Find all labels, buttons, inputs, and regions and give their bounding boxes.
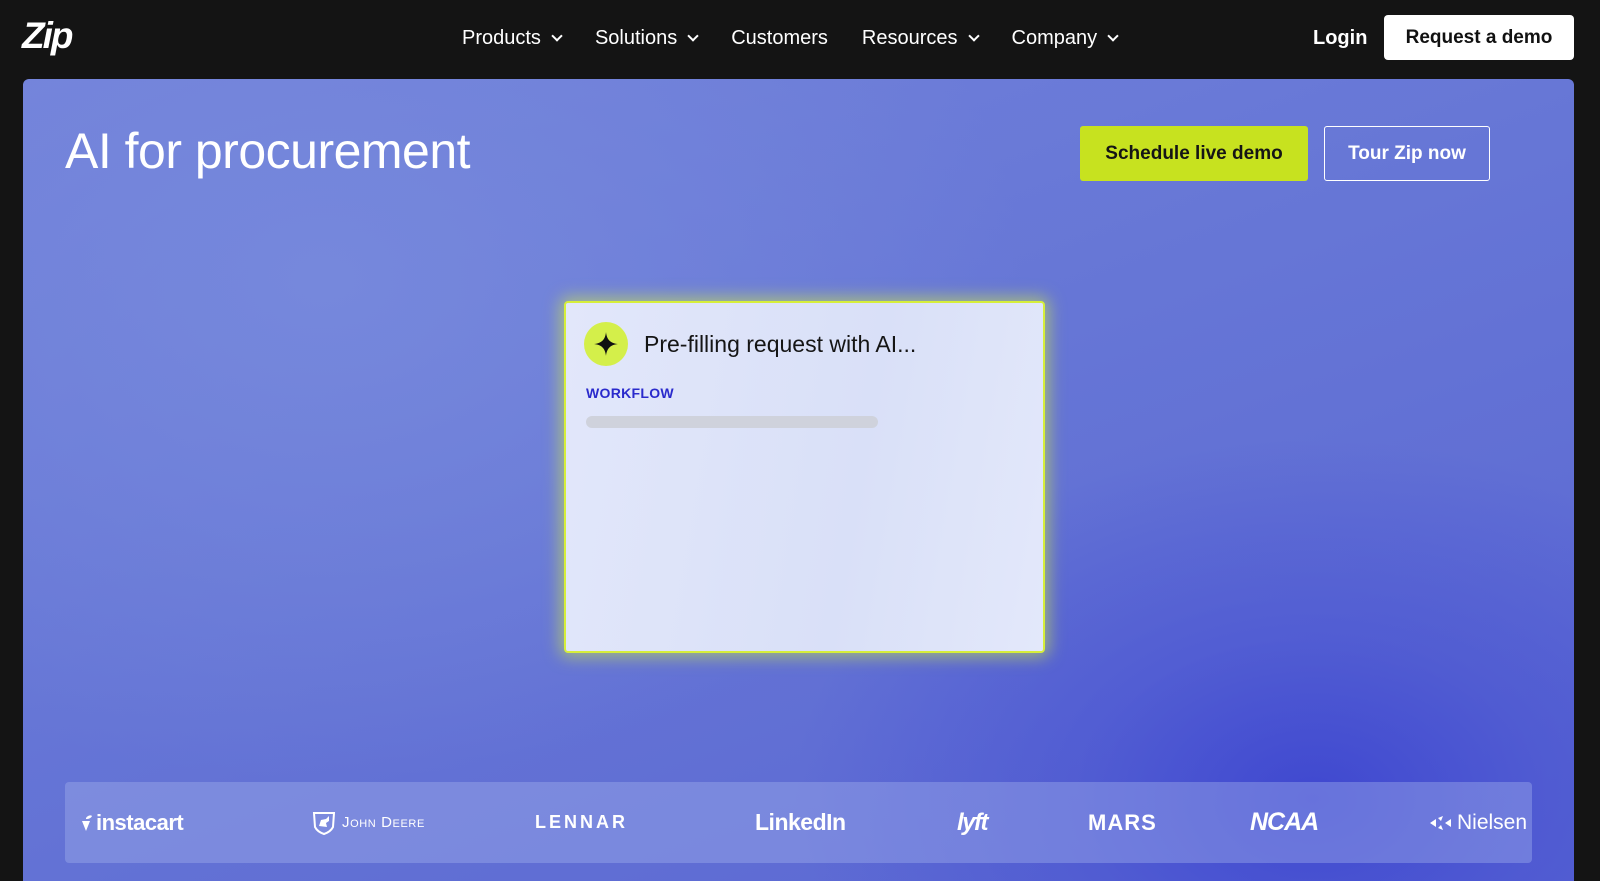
customer-logos-strip: instacart John Deere LENNAR LinkedIn lyf… xyxy=(65,782,1532,863)
nielsen-logo: Nielsen xyxy=(1429,782,1527,863)
loading-placeholder-bar xyxy=(586,416,878,428)
linkedin-logo: LinkedIn xyxy=(755,782,846,863)
chevron-down-icon xyxy=(687,30,699,42)
nav-item-label: Products xyxy=(462,27,541,49)
chevron-down-icon xyxy=(967,30,980,42)
nav-item-solutions[interactable]: Solutions xyxy=(594,24,699,52)
card-title: Pre-filling request with AI... xyxy=(644,331,917,357)
tour-zip-now-button[interactable]: Tour Zip now xyxy=(1324,126,1490,181)
top-navigation-bar: Zip Products Solutions Customers Resourc… xyxy=(0,0,1600,78)
ai-workflow-card: Pre-filling request with AI... WORKFLOW xyxy=(564,301,1045,653)
logo-text: LENNAR xyxy=(535,812,628,832)
deer-emblem-icon xyxy=(312,811,336,835)
logo-text: NCAA xyxy=(1250,808,1319,836)
workflow-label: WORKFLOW xyxy=(586,385,674,401)
nav-item-label: Customers xyxy=(731,27,828,49)
zip-logo[interactable]: Zip xyxy=(22,16,74,56)
lyft-logo: lyft xyxy=(957,782,989,863)
sparkle-icon xyxy=(584,322,628,366)
chevron-down-icon xyxy=(1107,30,1119,42)
logo-text: LinkedIn xyxy=(755,809,846,835)
nav-item-customers[interactable]: Customers xyxy=(731,24,828,52)
schedule-live-demo-button[interactable]: Schedule live demo xyxy=(1080,126,1308,181)
main-nav: Products Solutions Customers Resources C… xyxy=(462,24,1151,52)
nav-item-products[interactable]: Products xyxy=(462,24,563,52)
nav-item-label: Resources xyxy=(861,27,958,49)
ncaa-logo: NCAA xyxy=(1250,782,1319,863)
logo-text: John Deere xyxy=(342,814,425,831)
lennar-logo: LENNAR xyxy=(535,782,628,863)
mars-logo: MARS xyxy=(1088,782,1157,863)
hero-section: AI for procurement Schedule live demo To… xyxy=(23,79,1574,881)
nielsen-arrows-icon xyxy=(1430,815,1451,830)
nav-item-label: Company xyxy=(1011,27,1098,49)
chevron-down-icon xyxy=(551,30,563,42)
carrot-icon xyxy=(82,814,92,831)
instacart-logo: instacart xyxy=(79,782,184,863)
hero-title: AI for procurement xyxy=(65,123,471,179)
john-deere-logo: John Deere xyxy=(311,782,425,863)
nav-item-resources[interactable]: Resources xyxy=(861,24,980,52)
logo-text: Nielsen xyxy=(1457,810,1528,834)
logo-text: MARS xyxy=(1088,809,1157,835)
logo-text: instacart xyxy=(96,809,184,835)
nav-item-label: Solutions xyxy=(594,27,678,49)
login-link[interactable]: Login xyxy=(1313,24,1367,52)
nav-item-company[interactable]: Company xyxy=(1011,24,1119,52)
request-demo-button[interactable]: Request a demo xyxy=(1384,15,1574,60)
logo-text: lyft xyxy=(957,808,989,836)
